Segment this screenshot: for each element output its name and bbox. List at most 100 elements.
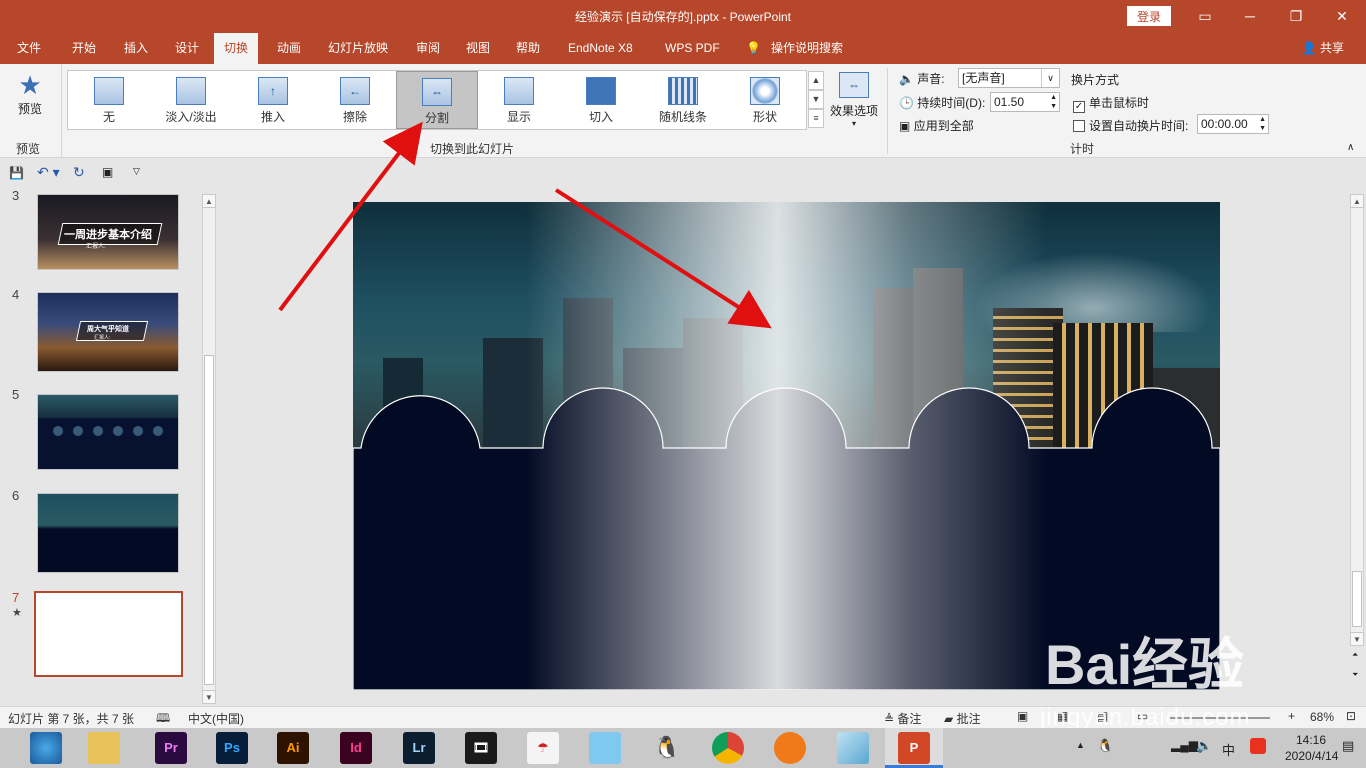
slide-thumbnail-6[interactable] xyxy=(37,493,179,573)
video-player-icon[interactable]: 🎞 xyxy=(465,732,497,764)
transition-shape[interactable]: 形状 xyxy=(724,71,806,129)
sogou-icon[interactable] xyxy=(1250,738,1266,754)
apply-all-button[interactable]: ▣ 应用到全部 xyxy=(899,117,974,134)
scroll-up-icon[interactable]: ▲ xyxy=(202,194,216,208)
network-icon[interactable]: ▂▄▆ xyxy=(1171,738,1198,752)
collapse-ribbon-icon[interactable]: ∧ xyxy=(1347,142,1354,153)
after-time-spinner[interactable]: 00:00.00 ▲ ▼ xyxy=(1197,114,1269,134)
notepad-icon[interactable] xyxy=(837,732,869,764)
comments-button[interactable]: ▰ 批注 xyxy=(944,710,981,727)
transition-reveal[interactable]: 显示 xyxy=(478,71,560,129)
tray-chevron-icon[interactable]: ▲ xyxy=(1076,740,1085,750)
customize-qat-icon[interactable]: ▽ xyxy=(133,166,140,177)
start-slideshow-icon[interactable]: ▣ xyxy=(102,165,113,179)
previous-slide-icon[interactable]: ⏶ xyxy=(1352,650,1358,660)
transition-push[interactable]: ↑ 推入 xyxy=(232,71,314,129)
qq-tray-icon[interactable]: 🐧 xyxy=(1097,738,1113,754)
zoom-level[interactable]: 68% xyxy=(1310,710,1334,724)
ime-indicator[interactable]: 中 xyxy=(1222,740,1235,759)
scroll-thumb[interactable] xyxy=(1352,571,1362,627)
powerpoint-taskbar-button[interactable]: P xyxy=(885,728,943,768)
clock-time[interactable]: 14:16 xyxy=(1296,733,1326,747)
lightroom-icon[interactable]: Lr xyxy=(403,732,435,764)
duration-label: 持续时间(D): xyxy=(917,96,986,110)
umbrella-app-icon[interactable]: ☂ xyxy=(527,732,559,764)
normal-view-icon[interactable]: ▣ xyxy=(1017,709,1028,723)
notes-button[interactable]: ≜ 备注 xyxy=(884,710,921,727)
scroll-down-icon[interactable]: ▼ xyxy=(1350,632,1364,646)
scroll-thumb[interactable] xyxy=(204,355,214,685)
cat-app-icon[interactable] xyxy=(589,732,621,764)
gallery-scroll-up[interactable]: ▲ xyxy=(808,71,824,90)
slide-thumbnail-4[interactable]: 周大气乎知道 汇报人: xyxy=(37,292,179,372)
ribbon-display-icon[interactable]: ▭ xyxy=(1185,4,1225,28)
scroll-down-icon[interactable]: ▼ xyxy=(202,690,216,704)
tab-slideshow[interactable]: 幻灯片放映 xyxy=(328,33,388,64)
tab-wps-pdf[interactable]: WPS PDF xyxy=(665,33,720,64)
fit-to-window-icon[interactable]: ⊡ xyxy=(1346,709,1356,723)
file-explorer-icon[interactable] xyxy=(88,732,120,764)
scroll-up-icon[interactable]: ▲ xyxy=(1350,194,1364,208)
current-slide[interactable] xyxy=(353,202,1220,690)
tab-home[interactable]: 开始 xyxy=(72,33,96,64)
illustrator-icon[interactable]: Ai xyxy=(277,732,309,764)
slide-thumbnail-5[interactable] xyxy=(37,394,179,470)
spellcheck-icon[interactable]: 🕮 xyxy=(156,709,170,730)
share-button[interactable]: 👤 共享 xyxy=(1302,33,1344,63)
tell-me-search[interactable]: 操作说明搜索 xyxy=(771,33,843,64)
transition-fade[interactable]: 淡入/淡出 xyxy=(150,71,232,129)
slide-thumbnail-7[interactable] xyxy=(34,591,183,677)
premiere-icon[interactable]: Pr xyxy=(155,732,187,764)
tab-file[interactable]: 文件 xyxy=(17,33,41,64)
gallery-more[interactable]: ≡ xyxy=(808,109,824,128)
undo-icon[interactable]: ↶ ▾ xyxy=(37,164,60,181)
tab-review[interactable]: 审阅 xyxy=(416,33,440,64)
firefox-icon[interactable] xyxy=(774,732,806,764)
effect-options-button[interactable]: ⇔ 效果选项 ▾ xyxy=(826,72,882,128)
next-slide-icon[interactable]: ⏷ xyxy=(1352,670,1358,680)
tab-animations[interactable]: 动画 xyxy=(277,33,301,64)
transition-random-bars[interactable]: 随机线条 xyxy=(642,71,724,129)
preview-button[interactable]: ★ 预览 xyxy=(10,70,50,117)
lightbulb-icon: 💡 xyxy=(746,41,761,55)
zoom-in-button[interactable]: + xyxy=(1288,709,1295,723)
sound-select[interactable]: [无声音] ∨ xyxy=(958,68,1060,88)
tab-view[interactable]: 视图 xyxy=(466,33,490,64)
on-click-checkbox[interactable]: ✓ 单击鼠标时 xyxy=(1073,94,1149,113)
duration-spinner[interactable]: 01.50 ▲ ▼ xyxy=(990,92,1060,112)
spinner-arrows-icon[interactable]: ▲ ▼ xyxy=(1259,115,1266,133)
minimize-icon[interactable]: ─ xyxy=(1230,4,1270,28)
thumbnail-scrollbar[interactable]: ▲ ▼ xyxy=(202,194,216,704)
transition-wipe[interactable]: ← 擦除 xyxy=(314,71,396,129)
slide-scrollbar[interactable]: ▲ ▼ xyxy=(1350,194,1364,646)
restore-icon[interactable]: ❐ xyxy=(1276,4,1316,28)
chrome-icon[interactable] xyxy=(712,732,744,764)
language[interactable]: 中文(中国) xyxy=(188,710,244,727)
group-divider xyxy=(887,68,888,154)
redo-icon[interactable]: ↻ xyxy=(73,164,85,181)
after-checkbox[interactable]: 设置自动换片时间: xyxy=(1073,117,1188,134)
slide-thumbnail-3[interactable]: 一周进步基本介绍 汇报人: xyxy=(37,194,179,270)
qq-icon[interactable]: 🐧 xyxy=(651,732,683,764)
photoshop-icon[interactable]: Ps xyxy=(216,732,248,764)
indesign-icon[interactable]: Id xyxy=(340,732,372,764)
clock-date[interactable]: 2020/4/14 xyxy=(1285,749,1338,763)
close-icon[interactable]: ✕ xyxy=(1322,4,1362,28)
preview-group: ★ 预览 预览 xyxy=(0,64,62,158)
tab-transitions[interactable]: 切换 xyxy=(214,33,259,64)
tab-help[interactable]: 帮助 xyxy=(516,33,540,64)
transition-cut[interactable]: 切入 xyxy=(560,71,642,129)
notifications-icon[interactable]: ▤ xyxy=(1342,738,1354,754)
gallery-scroll-down[interactable]: ▼ xyxy=(808,90,824,109)
tab-endnote[interactable]: EndNote X8 xyxy=(568,33,633,64)
volume-icon[interactable]: 🔈 xyxy=(1196,738,1212,754)
save-icon[interactable]: 💾 xyxy=(9,166,24,180)
tab-insert[interactable]: 插入 xyxy=(124,33,148,64)
random-bars-transition-icon xyxy=(668,77,698,105)
spinner-arrows-icon[interactable]: ▲ ▼ xyxy=(1050,93,1057,111)
transition-split[interactable]: ⇔ 分割 xyxy=(396,71,478,129)
browser-icon[interactable] xyxy=(30,732,62,764)
transition-none[interactable]: 无 xyxy=(68,71,150,129)
tab-design[interactable]: 设计 xyxy=(175,33,199,64)
login-button[interactable]: 登录 xyxy=(1127,6,1171,26)
